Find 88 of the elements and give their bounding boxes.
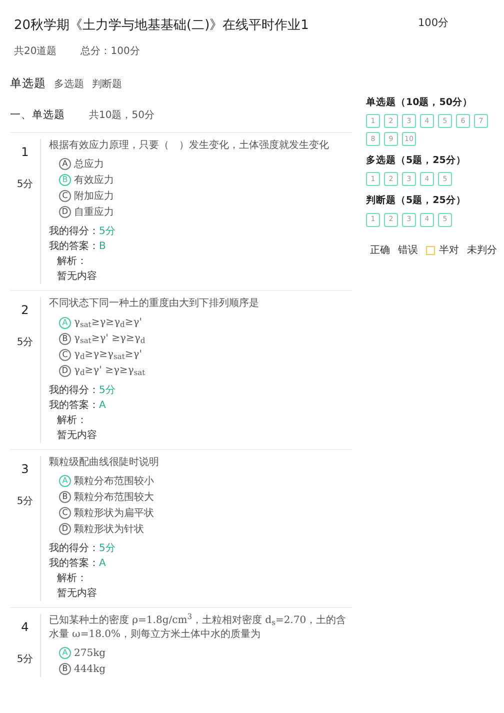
score-value: 5分 [99, 226, 116, 237]
answer-card-heading: 单选题（10题，50分） [366, 96, 474, 110]
answer-card-heading: 多选题（5题，25分） [366, 154, 467, 168]
option-text: 275kg [74, 646, 106, 660]
question-number: 2 [21, 302, 29, 319]
option-text: 颗粒形状为针状 [74, 522, 144, 536]
question-text: 已知某种土的密度 ρ=1.8g/cm$^{3}$，土粒相对密度 d$_{s}$=2.70，土的含水量 ω=18.0%，则每立方米土体中水的质量为 [49, 614, 348, 641]
question-points: 5分 [16, 178, 34, 192]
answer-option[interactable]: A 颗粒分布范围较小 [49, 473, 160, 489]
answer-value: A [99, 558, 106, 569]
option-letter: B [59, 332, 71, 344]
option-letter: B [59, 663, 71, 675]
answer-option[interactable]: C 颗粒形状为扁平状 [49, 505, 160, 521]
answer-option[interactable]: C 附加应力 [49, 188, 120, 204]
option-text: 附加应力 [74, 190, 114, 204]
answer-option[interactable]: B 444kg [49, 661, 112, 677]
section-title: 一、单选题 [10, 108, 65, 123]
option-letter: D [59, 206, 71, 218]
option-text: γ$_{sat}$≥γ≥γ$_{d}$≥γ' [74, 316, 142, 330]
option-text: γ$_{d}$≥γ≥γ$_{sat}$≥γ' [74, 348, 142, 362]
question-points: 5分 [16, 336, 34, 350]
answer-option[interactable]: B 颗粒分布范围较大 [49, 489, 160, 505]
option-letter: A [59, 475, 71, 487]
answer-option[interactable]: C γ$_{d}$≥γ≥γ$_{sat}$≥γ' [49, 346, 148, 362]
option-text: γ$_{d}$≥γ' ≥γ≥γ$_{sat}$ [74, 364, 146, 378]
option-text: 颗粒形状为扁平状 [74, 506, 154, 520]
answer-option[interactable]: A 总应力 [49, 156, 110, 172]
option-letter: C [59, 190, 71, 202]
question-type-tab[interactable]: 单选题 [10, 74, 46, 92]
option-letter: A [59, 647, 71, 659]
option-letter: D [59, 523, 71, 535]
question-text: 根据有效应力原理，只要（ ）发生变化，土体强度就发生变化 [49, 138, 330, 152]
total-score: 总分：100分 [80, 44, 140, 58]
answer-option[interactable]: A 275kg [49, 645, 112, 661]
option-letter: C [59, 507, 71, 519]
page-title: 20秋学期《土力学与地基基础(二)》在线平时作业1 [14, 17, 310, 35]
option-letter: C [59, 348, 71, 360]
answer-label: 我的答案： [49, 400, 99, 410]
legend-label: 正确 [370, 244, 390, 258]
answer-option[interactable]: A γ$_{sat}$≥γ≥γ$_{d}$≥γ' [49, 314, 148, 330]
score-label: 我的得分： [49, 384, 99, 396]
option-text: 有效应力 [74, 174, 114, 188]
analysis-text: 暂无内容 [57, 270, 98, 284]
question-points: 5分 [16, 653, 34, 667]
section-info: 共10题，50分 [89, 108, 154, 124]
option-text: 颗粒分布范围较大 [74, 490, 154, 504]
option-letter: A [59, 158, 71, 170]
option-text: 自重应力 [74, 206, 114, 220]
total-score-value: 100分 [417, 16, 450, 31]
question-text: 颗粒级配曲线很陡时说明 [49, 456, 160, 469]
answer-label: 我的答案： [49, 558, 99, 569]
legend-label: 半对 [439, 244, 459, 258]
question-points: 5分 [16, 494, 34, 508]
score-label: 我的得分： [49, 226, 99, 237]
question-type-tab[interactable]: 判断题 [92, 76, 122, 92]
option-text: 总应力 [74, 158, 104, 172]
question-number: 4 [21, 619, 29, 636]
analysis-label: 解析： [57, 414, 88, 428]
question-type-tab[interactable]: 多选题 [54, 76, 84, 92]
answer-value: B [99, 241, 106, 252]
answer-label: 我的答案： [49, 241, 99, 252]
answer-option[interactable]: B γ$_{sat}$≥γ' ≥γ≥γ$_{d}$ [49, 330, 152, 346]
answer-option[interactable]: B 有效应力 [49, 172, 120, 188]
answer-option[interactable]: D γ$_{d}$≥γ' ≥γ≥γ$_{sat}$ [49, 362, 152, 378]
answer-card-heading: 判断题（5题，25分） [366, 194, 467, 208]
answer-option[interactable]: D 自重应力 [49, 204, 120, 220]
analysis-label: 解析： [57, 572, 88, 586]
question-number: 1 [21, 144, 29, 160]
analysis-label: 解析： [57, 254, 88, 269]
score-label: 我的得分： [49, 543, 99, 554]
option-text: γ$_{sat}$≥γ' ≥γ≥γ$_{d}$ [74, 332, 146, 346]
option-text: 444kg [74, 662, 106, 676]
option-text: 颗粒分布范围较小 [74, 474, 154, 488]
answer-option[interactable]: D 颗粒形状为针状 [49, 521, 150, 537]
score-value: 5分 [99, 543, 116, 554]
option-letter: B [59, 491, 71, 503]
legend-label: 错误 [398, 244, 418, 258]
answer-value: A [99, 400, 106, 410]
option-letter: B [59, 174, 71, 186]
analysis-text: 暂无内容 [57, 586, 98, 601]
score-value: 5分 [99, 384, 116, 396]
analysis-text: 暂无内容 [57, 428, 98, 442]
question-text: 不同状态下同一种土的重度由大到下排列顺序是 [49, 297, 260, 310]
question-number: 3 [21, 460, 29, 478]
question-count: 共20道题 [14, 44, 57, 58]
option-letter: A [59, 316, 71, 328]
legend-label: 未判分 [467, 244, 497, 258]
option-letter: D [59, 364, 71, 376]
